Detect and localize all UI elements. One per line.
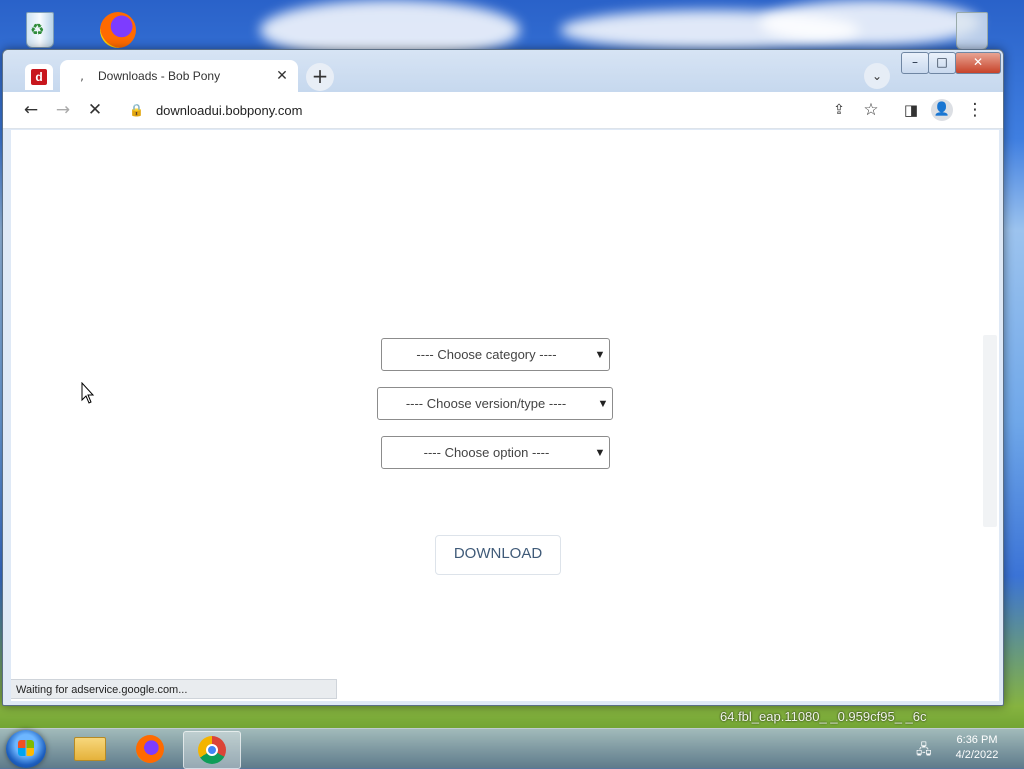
- app-logo-icon: d: [31, 69, 47, 85]
- profile-icon[interactable]: 👤: [931, 99, 953, 121]
- chevron-down-icon: ▼: [594, 348, 606, 361]
- menu-icon[interactable]: ⋮: [963, 98, 987, 122]
- chevron-down-icon: ▼: [594, 446, 606, 459]
- url-text: downloadui.bobpony.com: [155, 102, 303, 118]
- app-icon-tab[interactable]: d: [25, 64, 53, 90]
- tab-downloads[interactable]: , Downloads - Bob Pony ✕: [60, 60, 298, 92]
- start-button[interactable]: [6, 730, 46, 768]
- firefox-taskbar-button[interactable]: [122, 731, 178, 767]
- bookmark-star-icon[interactable]: ☆: [859, 98, 883, 122]
- side-panel-icon[interactable]: ◨: [899, 98, 923, 122]
- tab-search-icon[interactable]: ⌄: [864, 63, 890, 89]
- page-viewport: ---- Choose category ---- ▼ ---- Choose …: [11, 130, 999, 701]
- folder-icon: [74, 737, 106, 761]
- option-select-value: ---- Choose option ----: [423, 445, 550, 460]
- lock-icon: 🔒: [129, 103, 144, 117]
- browser-window: d , Downloads - Bob Pony ✕ + ⌄ – □ ✕ ← →…: [2, 49, 1004, 706]
- tab-title: Downloads - Bob Pony: [98, 69, 221, 83]
- new-tab-button[interactable]: +: [306, 63, 334, 91]
- share-icon[interactable]: ⇪: [827, 98, 851, 122]
- download-button[interactable]: DOWNLOAD: [435, 535, 561, 575]
- tab-close-icon[interactable]: ✕: [272, 66, 292, 86]
- windows-logo-icon: [18, 740, 34, 756]
- browser-toolbar: ← → ✕ 🔒 downloadui.bobpony.com ⇪ ☆ ◨ 👤 ⋮: [3, 92, 1003, 129]
- clock[interactable]: 6:36 PM 4/2/2022: [944, 733, 1010, 763]
- status-bar: Waiting for adservice.google.com...: [11, 679, 337, 699]
- tab-strip: d , Downloads - Bob Pony ✕ + ⌄ – □ ✕: [3, 50, 1003, 92]
- stop-loading-icon[interactable]: ✕: [83, 98, 107, 122]
- chrome-taskbar-button[interactable]: [183, 731, 241, 769]
- chrome-icon: [198, 736, 226, 764]
- clock-date: 4/2/2022: [955, 749, 999, 761]
- scrollbar[interactable]: [983, 335, 997, 527]
- taskbar: 🖧 6:36 PM 4/2/2022: [0, 728, 1024, 769]
- option-select[interactable]: ---- Choose option ---- ▼: [381, 436, 610, 469]
- forward-icon[interactable]: →: [51, 98, 75, 122]
- back-icon[interactable]: ←: [19, 98, 43, 122]
- recycle-bin-icon[interactable]: ♻: [18, 6, 62, 50]
- clock-time: 6:36 PM: [956, 734, 998, 746]
- background-filename-text: 64.fbl_eap.11080_ _0.959cf95_ _6c: [720, 709, 927, 724]
- maximize-button[interactable]: □: [928, 52, 956, 74]
- minimize-button[interactable]: –: [901, 52, 929, 74]
- loading-spinner-icon: ,: [80, 69, 84, 83]
- network-icon[interactable]: 🖧: [916, 739, 932, 763]
- firefox-icon: [136, 735, 164, 763]
- category-select[interactable]: ---- Choose category ---- ▼: [381, 338, 610, 371]
- mouse-cursor-icon: [81, 382, 95, 404]
- address-bar[interactable]: 🔒 downloadui.bobpony.com: [119, 96, 859, 124]
- version-select-value: ---- Choose version/type ----: [405, 396, 567, 411]
- explorer-taskbar-button[interactable]: [62, 731, 118, 767]
- cloud: [760, 0, 980, 46]
- close-window-button[interactable]: ✕: [955, 52, 1001, 74]
- category-select-value: ---- Choose category ----: [416, 347, 557, 362]
- firefox-desktop-icon[interactable]: [94, 4, 138, 48]
- version-select[interactable]: ---- Choose version/type ---- ▼: [377, 387, 613, 420]
- chevron-down-icon: ▼: [597, 397, 609, 410]
- desktop-shortcut-icon[interactable]: [950, 8, 994, 52]
